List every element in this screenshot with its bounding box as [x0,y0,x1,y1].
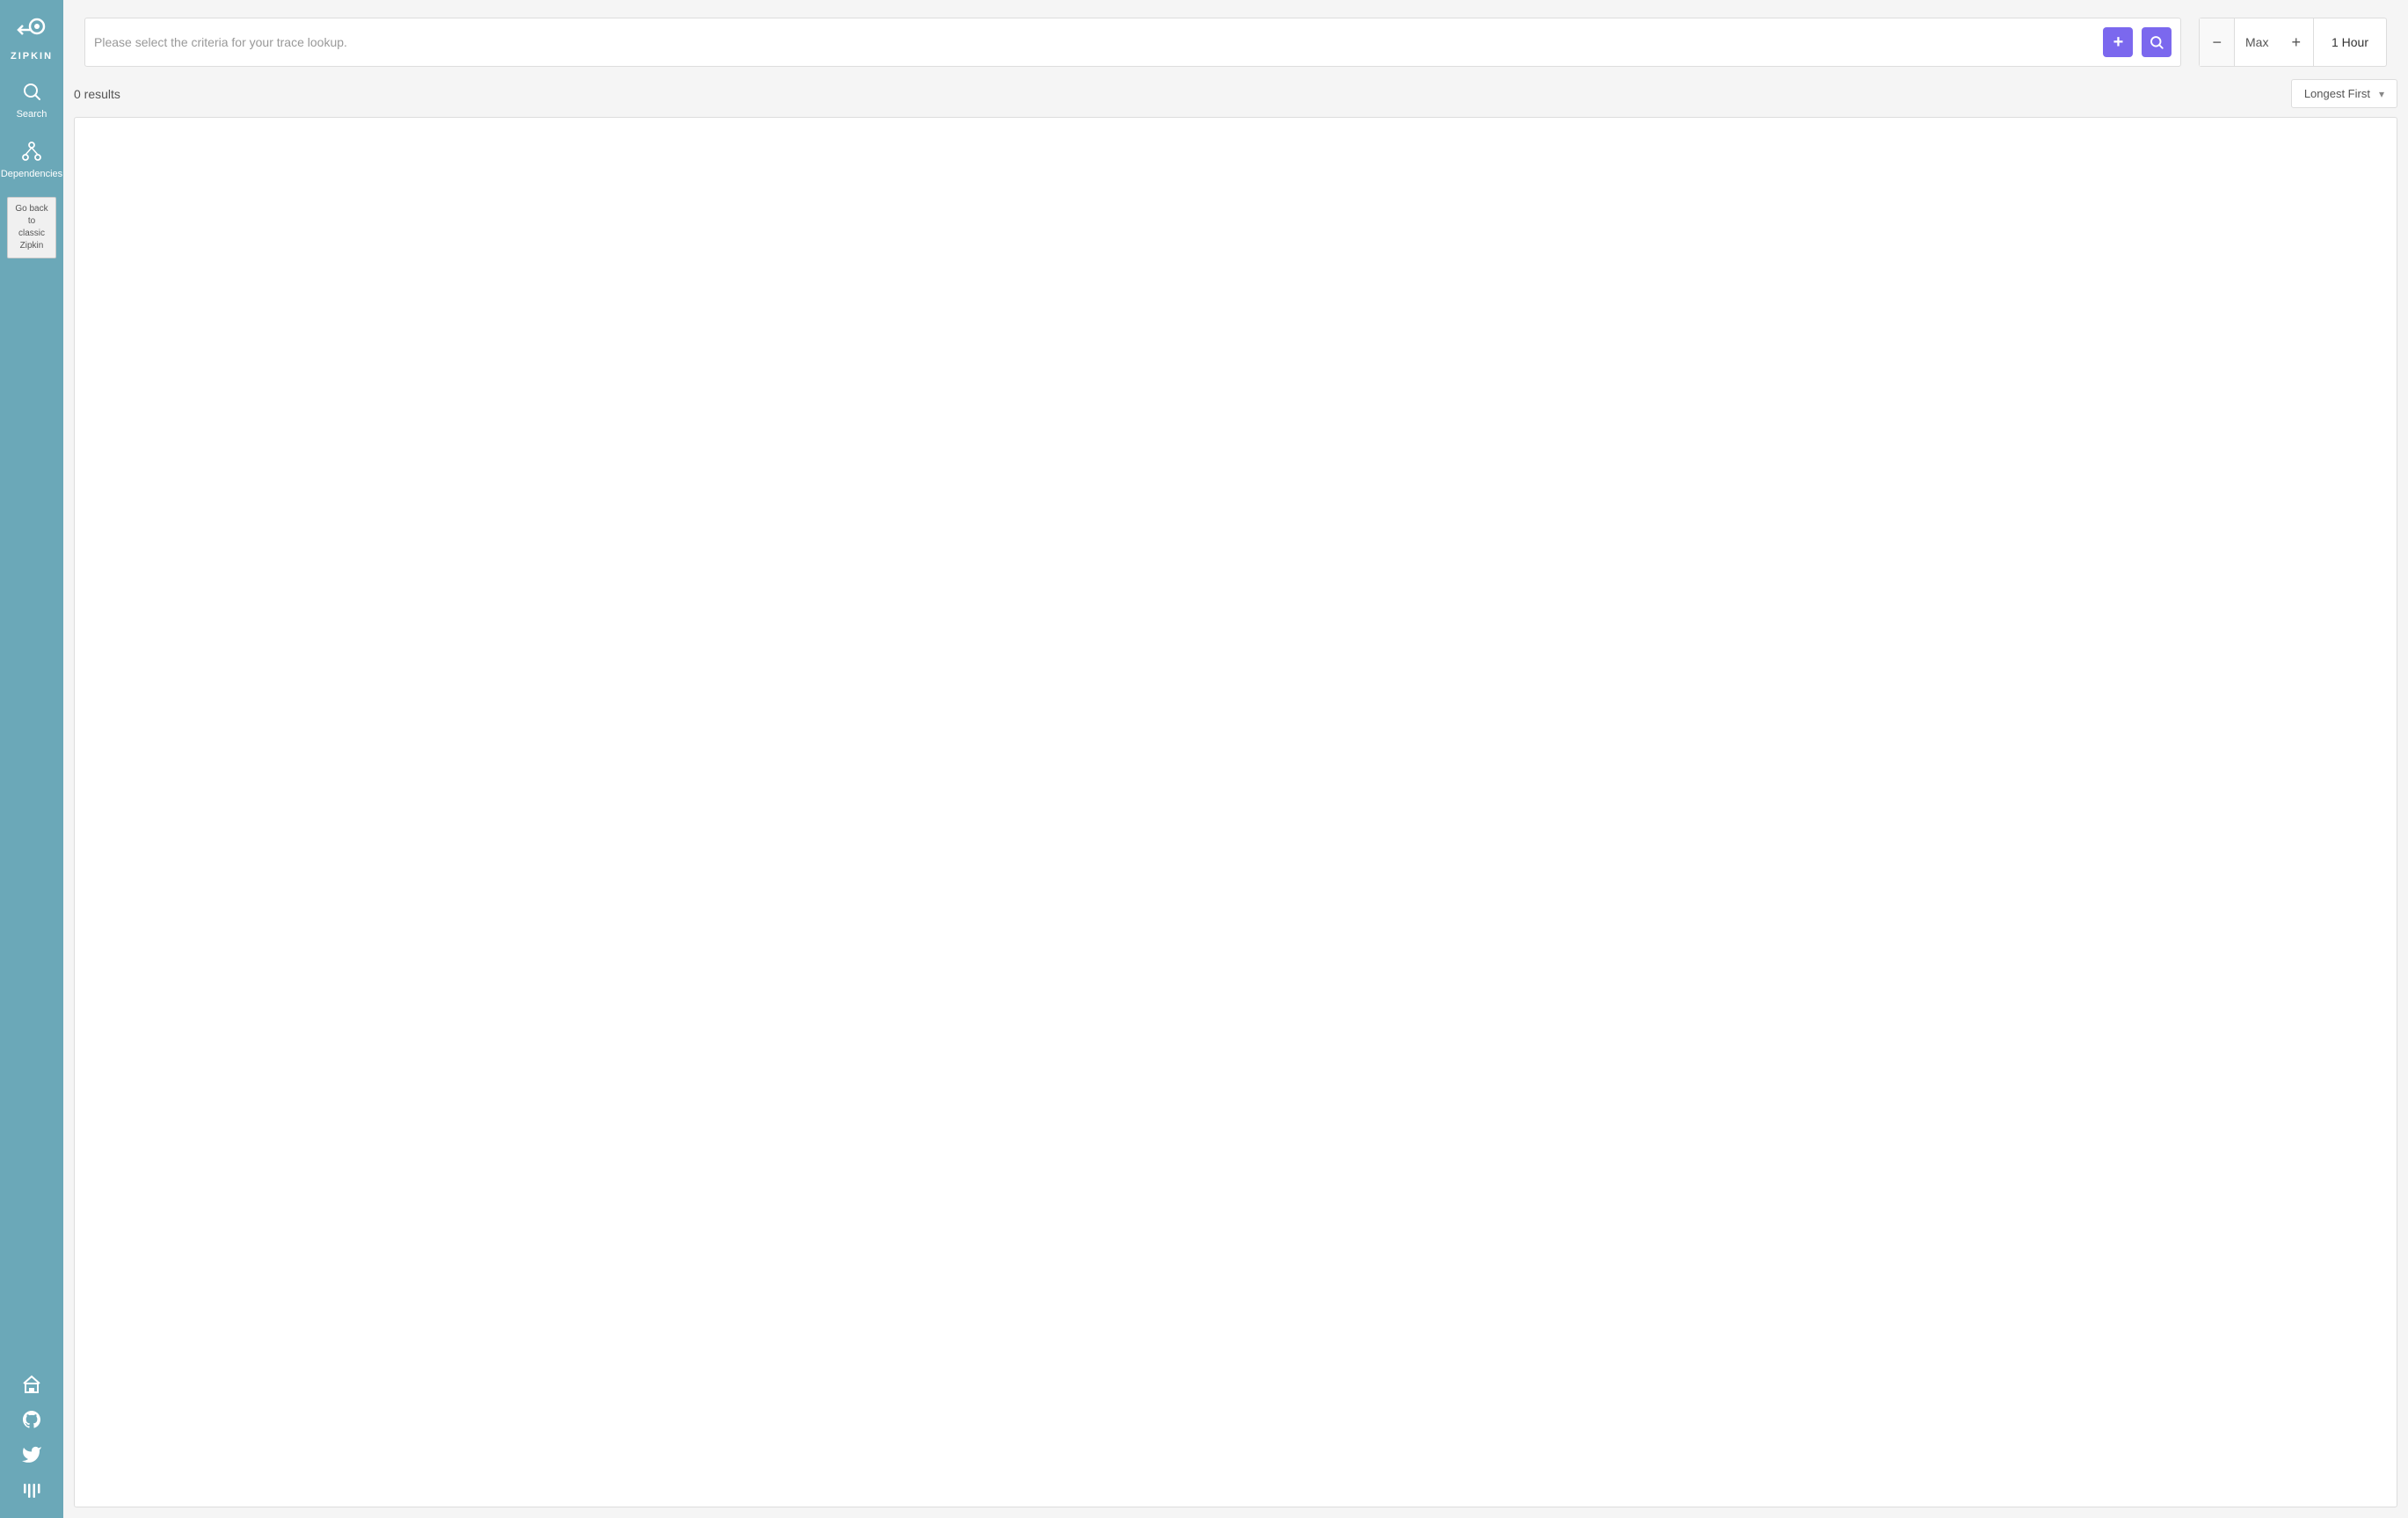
time-decrease-button[interactable]: − [2200,18,2235,66]
results-bar: 0 results Longest First ▾ [63,67,2408,117]
search-bar: Please select the criteria for your trac… [84,18,2181,67]
results-content-area [74,117,2397,1507]
zipkin-logo-icon [14,12,49,47]
search-placeholder: Please select the criteria for your trac… [94,35,2094,49]
gitter-icon[interactable] [21,1479,42,1500]
time-control: − Max + 1 Hour [2199,18,2387,67]
main-content: Please select the criteria for your trac… [63,0,2408,1518]
search-run-icon [2149,34,2164,50]
sidebar-item-search[interactable]: Search [0,70,63,130]
sort-dropdown[interactable]: Longest First ▾ [2291,79,2397,108]
sidebar-bottom-icons [0,1374,63,1500]
logo-text: ZIPKIN [11,51,53,62]
run-search-button[interactable] [2142,27,2172,57]
twitter-icon[interactable] [21,1444,42,1465]
sidebar-item-dependencies[interactable]: Dependencies [0,130,63,190]
dependencies-icon [21,141,42,165]
dependencies-label: Dependencies [1,169,62,179]
search-label: Search [17,109,47,120]
results-count: 0 results [74,87,120,101]
chevron-down-icon: ▾ [2379,88,2384,100]
logo-link[interactable]: ZIPKIN [0,0,63,70]
add-criteria-button[interactable]: + [2103,27,2133,57]
time-max-label: Max [2235,18,2279,66]
github-icon[interactable] [21,1409,42,1430]
time-increase-button[interactable]: + [2279,18,2314,66]
sidebar: ZIPKIN Search Dependencies Go back to cl… [0,0,63,1518]
time-value-display: 1 Hour [2314,18,2386,66]
home-icon[interactable] [21,1374,42,1395]
sort-label: Longest First [2304,87,2370,100]
search-icon [21,81,42,105]
go-back-button[interactable]: Go back to classic Zipkin [7,197,55,258]
